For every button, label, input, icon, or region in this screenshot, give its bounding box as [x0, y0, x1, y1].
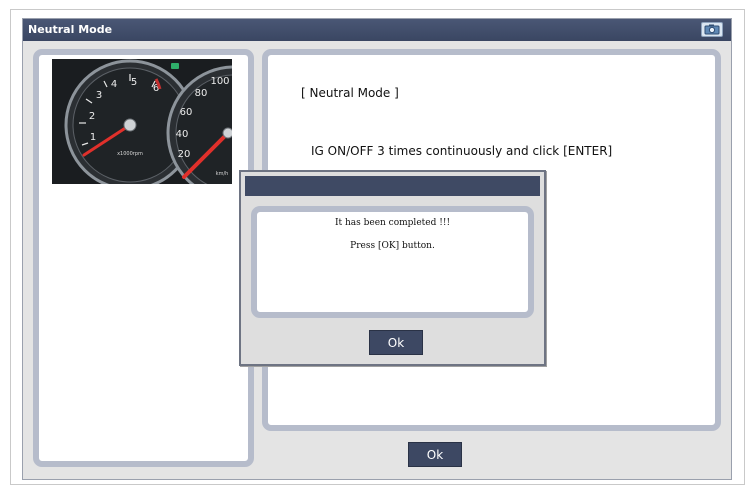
instruction-text: IG ON/OFF 3 times continuously and click…	[311, 144, 613, 158]
tach-number: 5	[131, 77, 137, 88]
image-panel: 1 2 3 4 5 6 x1000rpm 20 40 60 80 100 km/…	[33, 49, 254, 467]
tach-number: 3	[96, 90, 102, 101]
tach-number: 1	[90, 132, 96, 143]
speed-number: 40	[176, 129, 189, 140]
tach-unit: x1000rpm	[117, 151, 143, 157]
ok-button[interactable]: Ok	[408, 442, 462, 467]
window-titlebar: Neutral Mode	[23, 19, 731, 41]
mode-heading: [ Neutral Mode ]	[301, 86, 399, 100]
completion-dialog: It has been completed !!! Press [OK] but…	[239, 170, 546, 366]
speed-number: 100	[210, 76, 229, 87]
dialog-message-panel: It has been completed !!! Press [OK] but…	[251, 206, 534, 318]
speed-unit: km/h	[216, 171, 229, 177]
camera-icon[interactable]	[701, 22, 723, 37]
dialog-instruction: Press [OK] button.	[350, 241, 435, 251]
instrument-cluster-image: 1 2 3 4 5 6 x1000rpm 20 40 60 80 100 km/…	[52, 59, 232, 184]
speed-number: 60	[180, 107, 193, 118]
tach-number: 2	[89, 111, 95, 122]
speed-number: 20	[178, 149, 191, 160]
dialog-message: It has been completed !!!	[334, 218, 451, 228]
tach-number: 4	[111, 79, 117, 90]
speed-number: 80	[195, 88, 208, 99]
dialog-titlebar	[245, 176, 540, 196]
window-title: Neutral Mode	[28, 23, 113, 36]
dialog-ok-button[interactable]: Ok	[369, 330, 423, 355]
